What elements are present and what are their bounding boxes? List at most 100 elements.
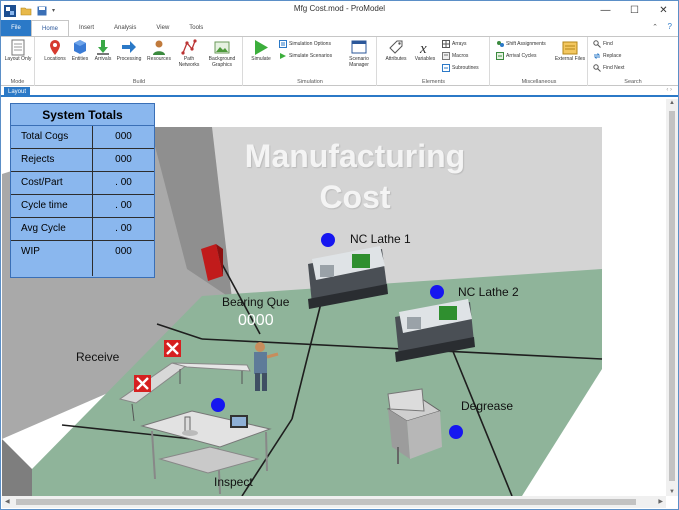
attributes-button[interactable]: Attributes <box>382 39 410 63</box>
arrival-cycles-icon <box>496 52 504 60</box>
replace-button[interactable]: Replace <box>593 52 621 60</box>
arrays-label: Arrays <box>452 41 467 47</box>
background-graphics-button[interactable]: Background Graphics <box>204 39 240 68</box>
tab-file[interactable]: File <box>1 20 31 36</box>
maximize-button[interactable]: ☐ <box>620 1 649 20</box>
find-button[interactable]: Find <box>593 40 613 48</box>
scroll-right-icon[interactable]: ▶ <box>658 498 663 505</box>
entities-label: Entities <box>71 56 89 62</box>
totals-label: Rejects <box>11 149 93 171</box>
system-totals-panel: System Totals Total Cogs 000 Rejects 000… <box>10 103 155 278</box>
totals-value: 000 <box>115 154 132 165</box>
tab-insert[interactable]: Insert <box>69 20 104 36</box>
macros-button[interactable]: Macros <box>442 52 468 60</box>
variables-x-icon: x <box>419 41 427 56</box>
totals-row-total-cogs: Total Cogs 000 <box>11 126 154 149</box>
window-controls: — ☐ ✕ <box>591 1 678 20</box>
resources-button[interactable]: Resources <box>145 39 173 63</box>
inspect-status-light <box>211 398 225 412</box>
group-label-build: Build <box>132 79 146 85</box>
scroll-left-icon[interactable]: ◀ <box>5 498 10 505</box>
find-next-label: Find Next <box>603 65 625 71</box>
group-label-simulation: Simulation <box>297 79 323 85</box>
arrivals-button[interactable]: Arrivals <box>92 39 114 63</box>
external-files-icon <box>562 41 578 55</box>
document-tab-bar: Layout ‹ › <box>1 87 678 97</box>
subroutines-button[interactable]: Subroutines <box>442 64 479 72</box>
external-files-label: External Files <box>554 56 586 62</box>
totals-value: 000 <box>115 131 132 142</box>
inspect-label: Inspect <box>214 475 253 489</box>
layout-title-line-1: Manufacturing <box>244 138 466 174</box>
path-networks-icon <box>181 39 197 55</box>
close-button[interactable]: ✕ <box>649 1 678 20</box>
system-totals-title: System Totals <box>11 104 154 126</box>
totals-value: . 00 <box>115 223 132 234</box>
tab-home[interactable]: Home <box>31 20 70 36</box>
group-label-mode: Mode <box>10 79 25 85</box>
totals-label: Cost/Part <box>11 172 93 194</box>
totals-row-avg-cycle: Avg Cycle . 00 <box>11 218 154 241</box>
find-magnifier-icon <box>593 40 601 48</box>
reject-marker-1 <box>164 340 181 357</box>
window-title: Mfg Cost.mod - ProModel <box>293 4 386 13</box>
totals-label: Avg Cycle <box>11 218 93 240</box>
simulate-button[interactable]: Simulate <box>247 39 275 63</box>
receive-label: Receive <box>76 350 120 364</box>
ribbon-group-search: Find Replace Find Next Search <box>589 37 677 86</box>
ribbon-home: Layout Only Mode Locations Entities Arri… <box>1 36 678 86</box>
shift-assignments-button[interactable]: Shift Assignments <box>496 40 546 48</box>
replace-icon <box>593 53 601 59</box>
layout-canvas[interactable]: Manufacturing Cost NC Lathe 1 NC Lathe 2… <box>2 99 666 496</box>
find-next-button[interactable]: Find Next <box>593 64 624 72</box>
simulation-options-button[interactable]: Simulation Options <box>279 40 331 48</box>
simulate-scenarios-button[interactable]: Simulate Scenarios <box>279 52 332 60</box>
arrivals-icon <box>97 40 109 55</box>
external-files-button[interactable]: External Files <box>554 39 586 63</box>
help-icon[interactable]: ? <box>668 22 672 31</box>
subroutines-label: Subroutines <box>452 65 479 71</box>
degrease-status-light <box>449 425 463 439</box>
ribbon-group-build: Locations Entities Arrivals Processing R… <box>36 37 243 86</box>
variables-label: Variables <box>414 56 436 62</box>
simulation-options-label: Simulation Options <box>289 41 331 47</box>
horizontal-scroll-thumb[interactable] <box>16 499 636 505</box>
scroll-down-icon[interactable]: ▼ <box>669 489 675 495</box>
variables-button[interactable]: x Variables <box>412 39 438 63</box>
tab-tools[interactable]: Tools <box>179 20 213 36</box>
reject-marker-2 <box>134 375 151 392</box>
ribbon-collapse-icon[interactable]: ⌃ <box>652 23 658 31</box>
locations-button[interactable]: Locations <box>42 39 68 63</box>
tab-analysis[interactable]: Analysis <box>104 20 146 36</box>
tab-layout[interactable]: Layout <box>4 87 31 97</box>
find-next-icon <box>593 64 601 72</box>
arrivals-label: Arrivals <box>94 56 112 62</box>
find-label: Find <box>603 41 613 47</box>
vertical-scroll-thumb[interactable] <box>669 111 675 481</box>
arrays-button[interactable]: Arrays <box>442 40 466 48</box>
layout-only-button[interactable]: Layout Only <box>4 39 32 63</box>
processing-button[interactable]: Processing <box>115 39 143 63</box>
entities-button[interactable]: Entities <box>69 39 91 63</box>
scroll-up-icon[interactable]: ▲ <box>669 100 675 106</box>
horizontal-scrollbar[interactable]: ◀ ▶ <box>2 496 666 508</box>
ribbon-group-miscellaneous: Shift Assignments Arrival Cycles Externa… <box>491 37 588 86</box>
document-tab-scroll-arrows[interactable]: ‹ › <box>666 87 672 93</box>
degrease-label: Degrease <box>461 399 514 413</box>
arrival-cycles-button[interactable]: Arrival Cycles <box>496 52 537 60</box>
macros-icon <box>442 52 450 60</box>
background-graphics-label: Background Graphics <box>208 56 236 68</box>
scenario-manager-button[interactable]: Scenario Manager <box>344 39 374 68</box>
macros-label: Macros <box>452 53 469 59</box>
path-networks-button[interactable]: Path Networks <box>176 39 202 68</box>
shift-assignments-label: Shift Assignments <box>506 41 546 47</box>
background-graphics-icon <box>214 41 230 54</box>
group-label-miscellaneous: Miscellaneous <box>521 79 557 85</box>
title-bar: ▾ Mfg Cost.mod - ProModel — ☐ ✕ <box>1 1 678 20</box>
tab-view[interactable]: View <box>146 20 179 36</box>
vertical-scrollbar[interactable]: ▲ ▼ <box>666 99 678 496</box>
entities-cube-icon <box>74 40 86 54</box>
minimize-button[interactable]: — <box>591 1 620 20</box>
simulation-options-icon <box>279 40 287 48</box>
svg-text:x: x <box>419 41 427 56</box>
